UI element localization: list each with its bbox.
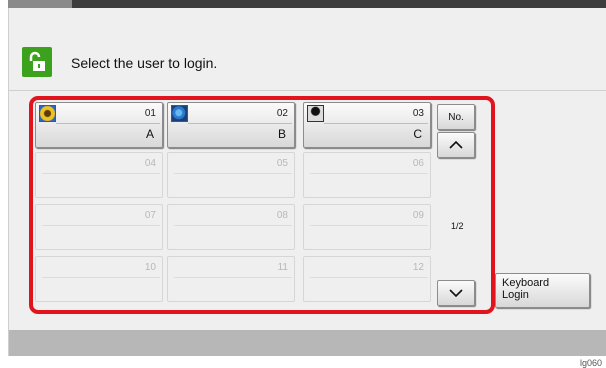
user-name: A bbox=[145, 127, 154, 141]
prompt-text: Select the user to login. bbox=[71, 55, 218, 71]
user-button-11: 11 bbox=[167, 256, 295, 302]
user-button-10: 10 bbox=[35, 256, 163, 302]
user-number: 09 bbox=[412, 210, 424, 221]
user-button-separator bbox=[174, 173, 292, 174]
keyboard-login-label-line1: Keyboard bbox=[502, 277, 550, 289]
user-button-separator bbox=[310, 225, 428, 226]
user-button-separator bbox=[42, 225, 160, 226]
page-up-button[interactable] bbox=[437, 132, 475, 158]
keyboard-login-label-line2: Login bbox=[502, 289, 529, 301]
user-button-02[interactable]: 02 B bbox=[167, 102, 295, 148]
user-button-03[interactable]: 03 C bbox=[303, 102, 431, 148]
top-bar-tab bbox=[8, 0, 72, 8]
user-number: 06 bbox=[412, 158, 424, 169]
top-bar bbox=[8, 0, 606, 8]
user-button-separator bbox=[56, 123, 160, 124]
user-button-separator bbox=[188, 123, 292, 124]
user-button-07: 07 bbox=[35, 204, 163, 250]
page-indicator: 1/2 bbox=[451, 221, 464, 231]
user-number: 08 bbox=[276, 210, 288, 221]
chevron-up-icon bbox=[449, 140, 463, 149]
user-number: 02 bbox=[276, 108, 288, 119]
user-number: 01 bbox=[144, 108, 156, 119]
user-button-separator bbox=[42, 277, 160, 278]
user-button-separator bbox=[310, 173, 428, 174]
footer-bar bbox=[9, 330, 606, 356]
user-number: 10 bbox=[144, 262, 156, 273]
user-button-separator bbox=[174, 225, 292, 226]
user-name: B bbox=[277, 127, 286, 141]
person-silhouette-avatar-icon bbox=[307, 105, 324, 122]
user-number: 07 bbox=[144, 210, 156, 221]
user-button-12: 12 bbox=[303, 256, 431, 302]
login-screen: Select the user to login. 01 A 02 B 03 C… bbox=[8, 8, 606, 356]
image-reference-label: lg060 bbox=[579, 358, 602, 368]
user-button-06: 06 bbox=[303, 152, 431, 198]
unlock-icon bbox=[22, 47, 52, 77]
user-number: 03 bbox=[412, 108, 424, 119]
user-button-05: 05 bbox=[167, 152, 295, 198]
user-button-separator bbox=[42, 173, 160, 174]
user-button-01[interactable]: 01 A bbox=[35, 102, 163, 148]
user-button-09: 09 bbox=[303, 204, 431, 250]
user-button-separator bbox=[324, 123, 428, 124]
sort-by-number-button[interactable]: No. bbox=[437, 104, 475, 130]
globe-avatar-icon bbox=[171, 105, 188, 122]
user-button-04: 04 bbox=[35, 152, 163, 198]
user-name: C bbox=[413, 127, 422, 141]
chevron-down-icon bbox=[449, 289, 463, 298]
user-number: 12 bbox=[412, 262, 424, 273]
keyboard-login-button[interactable]: Keyboard Login bbox=[495, 273, 590, 308]
sunflower-avatar-icon bbox=[39, 105, 56, 122]
user-button-separator bbox=[310, 277, 428, 278]
user-number: 04 bbox=[144, 158, 156, 169]
user-button-08: 08 bbox=[167, 204, 295, 250]
user-number: 11 bbox=[277, 262, 288, 273]
user-button-separator bbox=[174, 277, 292, 278]
user-number: 05 bbox=[276, 158, 288, 169]
page-down-button[interactable] bbox=[437, 280, 475, 306]
header-divider bbox=[9, 90, 606, 91]
